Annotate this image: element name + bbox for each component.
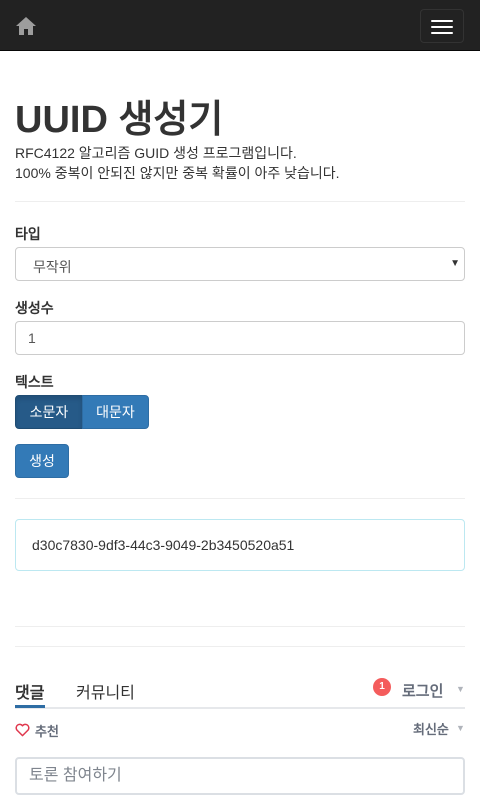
uppercase-button[interactable]: 대문자 xyxy=(82,395,149,429)
type-select[interactable]: 무작위 ▼ xyxy=(15,247,465,281)
login-button[interactable]: 로그인 xyxy=(402,680,443,701)
type-label: 타입 xyxy=(15,226,41,242)
generate-button[interactable]: 생성 xyxy=(15,444,69,478)
active-tab-indicator xyxy=(15,705,45,708)
lowercase-button[interactable]: 소문자 xyxy=(15,395,83,429)
description-line-2: 100% 중복이 안되진 않지만 중복 확률이 아주 낮습니다. xyxy=(15,165,340,181)
tab-divider xyxy=(15,707,465,709)
select-caret-icon: ▼ xyxy=(450,258,460,269)
home-icon[interactable] xyxy=(14,15,38,37)
chevron-down-icon: ▼ xyxy=(456,723,465,733)
type-select-value: 무작위 xyxy=(33,259,72,275)
recommend-label: 추천 xyxy=(35,723,59,739)
divider xyxy=(15,201,465,202)
uuid-result[interactable]: d30c7830-9df3-44c3-9049-2b3450520a51 xyxy=(15,519,465,571)
page-description: RFC4122 알고리즘 GUID 생성 프로그램입니다. 100% 중복이 안… xyxy=(15,143,340,183)
comment-input[interactable]: 토론 참여하기 xyxy=(15,757,465,795)
page-title: UUID 생성기 xyxy=(15,99,224,141)
text-case-label: 텍스트 xyxy=(15,374,54,390)
tab-comments[interactable]: 댓글 xyxy=(15,679,44,703)
recommend-button[interactable]: 추천 xyxy=(15,721,59,739)
hamburger-icon xyxy=(431,20,453,22)
count-input[interactable]: 1 xyxy=(15,321,465,355)
text-case-toggle: 소문자 대문자 xyxy=(15,395,149,429)
hamburger-menu-button[interactable] xyxy=(420,9,464,43)
count-label: 생성수 xyxy=(15,300,54,316)
tab-community[interactable]: 커뮤니티 xyxy=(76,679,135,703)
chevron-down-icon: ▼ xyxy=(456,684,465,694)
top-navbar xyxy=(0,0,480,51)
heart-icon xyxy=(15,723,30,737)
divider xyxy=(15,498,465,499)
divider xyxy=(15,646,465,647)
description-line-1: RFC4122 알고리즘 GUID 생성 프로그램입니다. xyxy=(15,145,297,161)
divider xyxy=(15,626,465,627)
sort-dropdown[interactable]: 최신순 xyxy=(413,719,449,738)
notification-badge[interactable]: 1 xyxy=(373,678,391,696)
